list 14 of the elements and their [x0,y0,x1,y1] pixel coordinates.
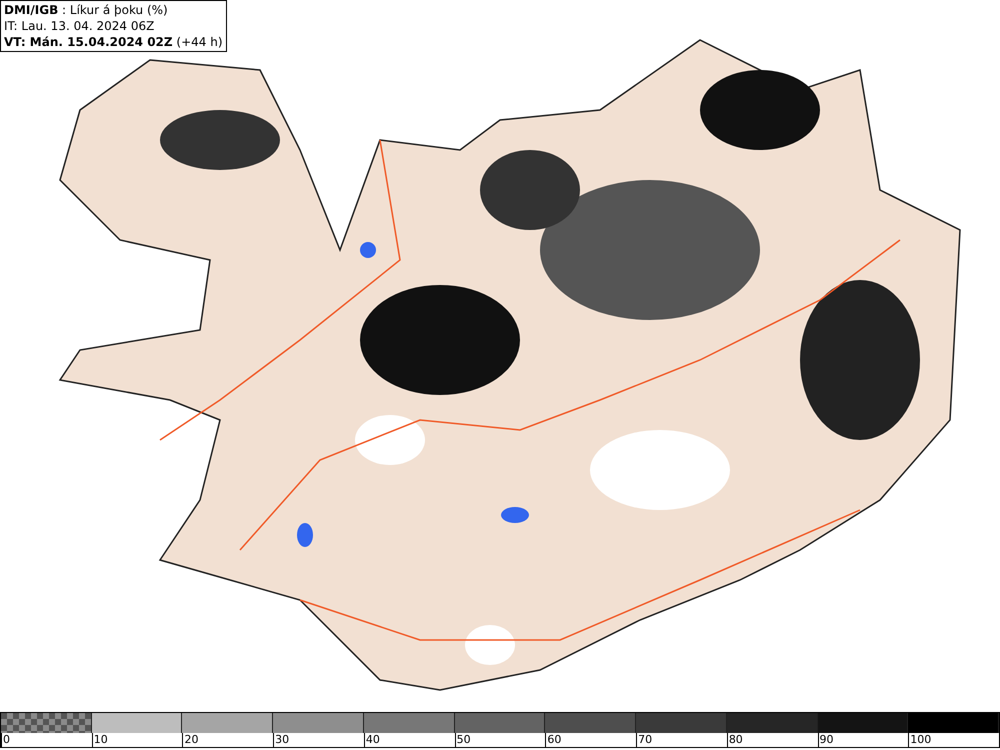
legend-label: 10 [92,733,108,747]
legend-label: 50 [454,733,471,747]
legend-label: 40 [364,733,380,747]
header-line: DMI/IGB : Líkur á þoku (%) [4,2,169,18]
legend-label: 20 [182,733,198,747]
legend-label: 90 [818,733,834,747]
header-line: IT: Lau. 13. 04. 2024 06Z [4,18,156,34]
header-line: VT: Mán. 15.04.2024 02Z (+44 h) [4,34,223,50]
legend-label: 100 [908,733,932,747]
legend-label: 30 [273,733,290,747]
legend-label: 70 [636,733,652,747]
legend-label: 0 [1,733,10,747]
legend-label: 60 [545,733,562,747]
legend-label: 80 [726,733,743,747]
